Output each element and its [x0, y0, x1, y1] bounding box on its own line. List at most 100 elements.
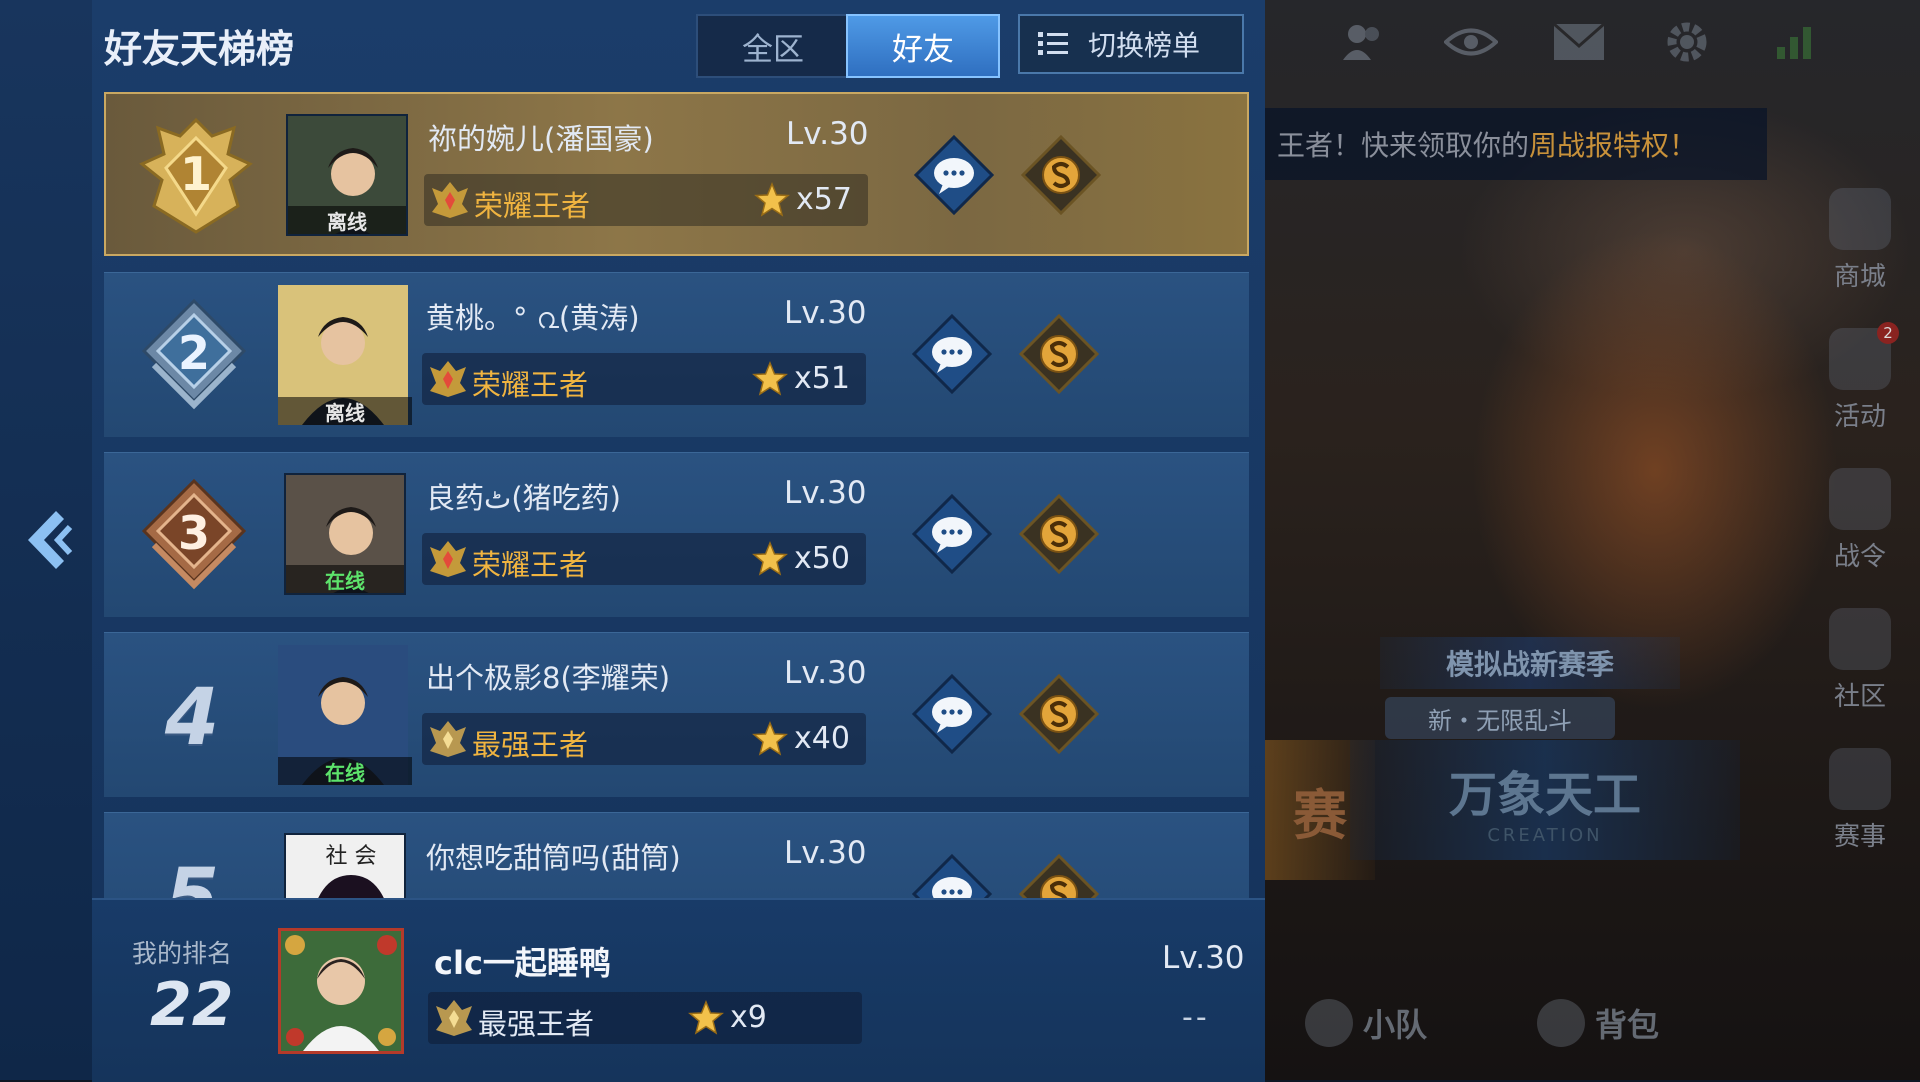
star-count: x51 [794, 361, 850, 396]
star-icon [754, 182, 790, 217]
friends-icon [1335, 14, 1391, 70]
gift-button[interactable] [1018, 493, 1100, 575]
star-icon [752, 541, 788, 576]
gift-button[interactable] [1018, 313, 1100, 395]
eye-icon [1443, 14, 1499, 70]
svg-text:2: 2 [178, 326, 210, 380]
mail-icon [1551, 14, 1607, 70]
my-rank-label: 我的排名 [132, 939, 233, 968]
player-name: 出个极影8(李耀荣) [426, 661, 671, 695]
side-menu-icon: 2 [1829, 321, 1899, 390]
gift-coin-icon [1018, 673, 1100, 755]
ranking-row[interactable]: 3 在线 良药ٹ(猪吃药) Lv.30 荣耀王者 x50 [104, 452, 1249, 617]
my-avatar[interactable] [278, 928, 404, 1054]
tier-bar: 最强王者 x40 [422, 713, 866, 765]
player-name: 祢的婉儿(潘国豪) [428, 122, 654, 156]
my-rank-bar: 我的排名 22 clc一起睡鸭 Lv.30 最强王者 x9 -- [92, 898, 1265, 1082]
chat-bubble-icon [913, 134, 995, 216]
gift-button[interactable] [1018, 853, 1100, 898]
rank-medal-icon: 2 [141, 298, 247, 410]
player-level: Lv.30 [784, 295, 867, 331]
tier-crest-icon [430, 361, 466, 397]
side-menu-item[interactable]: 社区 [1800, 590, 1920, 730]
player-avatar[interactable]: 社 会 [284, 833, 406, 898]
bottom-nav: 小队 背包 [1265, 965, 1920, 1080]
chat-button[interactable] [911, 493, 993, 575]
star-count: x50 [794, 541, 850, 576]
ranking-row[interactable]: 1 离线 祢的婉儿(潘国豪) Lv.30 荣耀王者 x57 [104, 92, 1249, 256]
gift-coin-icon [1018, 493, 1100, 575]
switch-board-button[interactable]: 切换榜单 [1018, 14, 1244, 74]
star-icon [688, 1000, 724, 1035]
gift-button[interactable] [1020, 134, 1102, 216]
tier-name: 最强王者 [472, 728, 589, 762]
gift-coin-icon [1018, 853, 1100, 898]
rank-medal-icon: 1 [139, 117, 253, 234]
star-icon [752, 361, 788, 396]
side-menu-label: 战令 [1833, 541, 1886, 572]
new-mode-badge: 新・无限乱斗 [1385, 697, 1615, 739]
my-extra: -- [1182, 1000, 1210, 1035]
gift-coin-icon [1018, 313, 1100, 395]
online-status: 在线 [278, 757, 412, 785]
nav-team[interactable]: 小队 [1305, 998, 1427, 1047]
ranking-list[interactable]: 1 离线 祢的婉儿(潘国豪) Lv.30 荣耀王者 x57 2 离线 黄桃。° ൨(黄涛) Lv.… [104, 92, 1249, 898]
tab-friends[interactable]: 好友 [846, 14, 1000, 78]
ranking-row[interactable]: 5 社 会 你想吃甜筒吗(甜筒) Lv.30 [104, 812, 1249, 898]
player-avatar[interactable]: 离线 [278, 285, 412, 425]
rank-number: 5 [164, 853, 220, 898]
rank-number: 4 [164, 673, 220, 763]
rank-medal-icon: 3 [141, 478, 247, 590]
side-menu-item[interactable]: 商城 [1800, 170, 1920, 310]
chat-button[interactable] [911, 853, 993, 898]
side-menu-label: 赛事 [1833, 821, 1886, 852]
star-icon [752, 721, 788, 756]
side-menu-icon [1829, 467, 1891, 530]
player-level: Lv.30 [784, 835, 867, 871]
player-avatar[interactable]: 在线 [284, 473, 406, 595]
nav-bag[interactable]: 背包 [1537, 998, 1659, 1047]
my-tier-name: 最强王者 [478, 1007, 595, 1041]
side-menu-item[interactable]: 战令 [1800, 450, 1920, 590]
svg-text:1: 1 [180, 147, 212, 201]
player-level: Lv.30 [784, 475, 867, 511]
tier-crest-icon [430, 721, 466, 757]
tier-bar: 荣耀王者 x50 [422, 533, 866, 585]
notice-banner[interactable]: 王者！快来领取你的 周战报特权！ [1265, 108, 1767, 180]
chat-bubble-icon [911, 673, 993, 755]
sim-season-banner[interactable]: 模拟战新赛季 [1380, 637, 1680, 689]
mode-title: 万象天工 [1448, 766, 1641, 823]
left-strip [0, 0, 92, 1080]
my-rank-number: 22 [150, 970, 234, 1040]
avatar-text: 社 会 [326, 844, 377, 869]
chat-button[interactable] [913, 134, 995, 216]
online-status: 离线 [288, 206, 406, 234]
ranking-row[interactable]: 2 离线 黄桃。° ൨(黄涛) Lv.30 荣耀王者 x51 [104, 272, 1249, 437]
chat-button[interactable] [911, 313, 993, 395]
list-icon [1038, 32, 1068, 55]
team-icon [1305, 998, 1353, 1047]
mode-card-creation[interactable]: 万象天工 CREATION [1350, 740, 1740, 860]
tab-all-region[interactable]: 全区 [698, 16, 848, 76]
player-avatar[interactable]: 在线 [278, 645, 412, 785]
ranking-row[interactable]: 4 在线 出个极影8(李耀荣) Lv.30 最强王者 x40 [104, 632, 1249, 797]
player-level: Lv.30 [784, 655, 867, 691]
region-tabs: 全区 好友 [696, 14, 1000, 78]
player-name: 你想吃甜筒吗(甜筒) [426, 841, 681, 875]
player-avatar[interactable]: 离线 [286, 114, 408, 236]
gift-button[interactable] [1018, 673, 1100, 755]
signal-icon [1767, 14, 1823, 70]
gift-coin-icon [1020, 134, 1102, 216]
online-status: 在线 [286, 565, 404, 593]
side-menu-icon [1829, 747, 1891, 810]
gear-icon [1659, 14, 1715, 70]
chat-button[interactable] [911, 673, 993, 755]
svg-text:3: 3 [178, 506, 210, 560]
side-menu-icon [1829, 607, 1891, 670]
back-button[interactable] [18, 505, 78, 575]
tier-name: 荣耀王者 [472, 368, 589, 402]
chevron-left-icon [28, 511, 73, 569]
side-menu-item[interactable]: 2 活动 [1800, 310, 1920, 450]
side-menu-item[interactable]: 赛事 [1800, 730, 1920, 870]
player-name: 黄桃。° ൨(黄涛) [426, 301, 640, 335]
